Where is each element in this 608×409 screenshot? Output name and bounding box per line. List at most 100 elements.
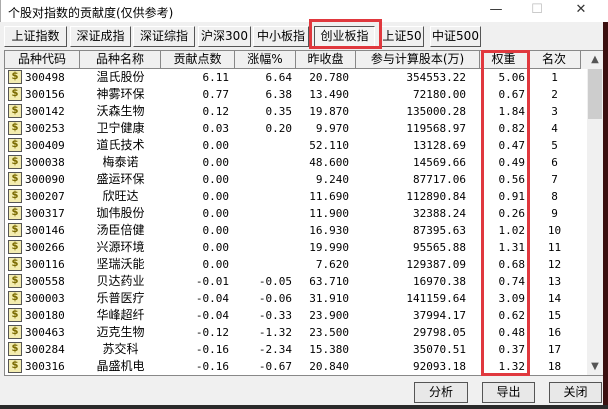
weight: 0.37 — [498, 343, 526, 356]
stock-code: 300090 — [25, 173, 65, 186]
prev-close: 23.500 — [309, 326, 349, 339]
contribution-points: 0.00 — [202, 241, 230, 254]
contribution-points: 0.12 — [202, 105, 230, 118]
stock-dollar-icon: $ — [8, 87, 22, 101]
stock-name: 道氏技术 — [96, 138, 145, 152]
table-row[interactable]: $300090 盛运环保 0.00 9.240 87717.06 0.56 7 — [5, 171, 587, 188]
table-row[interactable]: $300463 迈克生物 -0.12 -1.32 23.500 29798.05 0.48 1… — [5, 324, 587, 341]
stock-dollar-icon: $ — [8, 291, 22, 305]
stock-name: 坚瑞沃能 — [96, 257, 145, 271]
stock-dollar-icon: $ — [8, 70, 22, 84]
analyze-button[interactable]: 分析 — [414, 382, 468, 403]
tab-index-1[interactable]: 深证成指 — [70, 26, 131, 47]
stock-name: 汤臣倍健 — [96, 223, 145, 237]
stock-dollar-icon: $ — [8, 274, 22, 288]
share-capital: 16970.38 — [413, 275, 466, 288]
contribution-points: -0.16 — [195, 343, 229, 356]
prev-close: 52.110 — [309, 139, 349, 152]
table-row[interactable]: $300317 珈伟股份 0.00 11.900 32388.24 0.26 9 — [5, 205, 587, 222]
rank: 18 — [547, 360, 562, 373]
change-pct: 0.35 — [265, 105, 293, 118]
contribution-points: 0.77 — [202, 88, 230, 101]
stock-dollar-icon: $ — [8, 342, 22, 356]
contribution-points: -0.16 — [195, 360, 229, 373]
table-row[interactable]: $300409 道氏技术 0.00 52.110 13128.69 0.47 5 — [5, 137, 587, 154]
stock-dollar-icon: $ — [8, 240, 22, 254]
stock-name: 苏交科 — [102, 342, 139, 356]
scroll-up-icon[interactable]: ▲ — [587, 51, 603, 68]
rank: 10 — [547, 224, 562, 237]
change-pct — [235, 205, 292, 222]
table-row[interactable]: $300558 贝达药业 -0.01 -0.05 63.710 16970.38 0.74 1… — [5, 273, 587, 290]
table-row[interactable]: $300284 苏交科 -0.16 -2.34 15.380 35070.51 0.37 17 — [5, 341, 587, 358]
change-pct — [235, 222, 292, 239]
stock-dollar-icon: $ — [8, 138, 22, 152]
share-capital: 129387.09 — [406, 258, 466, 271]
stock-code: 300316 — [25, 360, 65, 373]
table-row[interactable]: $300146 汤臣倍健 0.00 16.930 87395.63 1.02 10 — [5, 222, 587, 239]
contribution-points: 0.00 — [202, 258, 230, 271]
change-pct — [235, 171, 292, 188]
tab-index-0[interactable]: 上证指数 — [4, 26, 67, 47]
tab-index-4[interactable]: 中小板指 — [253, 26, 309, 47]
column-header-2[interactable]: 贡献点数 — [161, 51, 235, 69]
column-header-6[interactable]: 权重 — [480, 51, 528, 69]
share-capital: 354553.22 — [406, 71, 466, 84]
change-pct: -2.34 — [258, 343, 292, 356]
table-row[interactable]: $300003 乐普医疗 -0.04 -0.06 31.910 141159.64 3.09… — [5, 290, 587, 307]
weight: 1.02 — [498, 224, 526, 237]
prev-close: 11.900 — [309, 207, 349, 220]
rank: 13 — [547, 275, 562, 288]
share-capital: 29798.05 — [413, 326, 466, 339]
contribution-points: 0.00 — [202, 224, 230, 237]
table-row[interactable]: $300316 晶盛机电 -0.16 -0.67 20.840 92093.18 1.32 1… — [5, 358, 587, 375]
table-row[interactable]: $300498 温氏股份 6.11 6.64 20.780 354553.22 5.06 1 — [5, 69, 587, 86]
contribution-points: -0.01 — [195, 275, 229, 288]
scroll-thumb[interactable] — [588, 69, 602, 119]
stock-dollar-icon: $ — [8, 104, 22, 118]
table-row[interactable]: $300156 神雾环保 0.77 6.38 13.490 72180.00 0.67 2 — [5, 86, 587, 103]
stock-code: 300142 — [25, 105, 65, 118]
table-row[interactable]: $300180 华峰超纤 -0.04 -0.33 23.900 37994.17 0.62 1… — [5, 307, 587, 324]
export-button[interactable]: 导出 — [482, 382, 535, 403]
vertical-scrollbar[interactable]: ▲ ▼ — [587, 51, 603, 375]
stock-code: 300266 — [25, 241, 65, 254]
tab-index-3[interactable]: 沪深300 — [198, 26, 251, 47]
column-header-1[interactable]: 品种名称 — [80, 51, 161, 69]
tab-index-2[interactable]: 深证综指 — [133, 26, 195, 47]
stock-name: 兴源环境 — [96, 240, 145, 254]
maximize-button[interactable]: ☐ — [522, 2, 552, 20]
share-capital: 14569.66 — [413, 156, 466, 169]
tab-index-7[interactable]: 中证500 — [430, 26, 481, 47]
table-row[interactable]: $300207 欣旺达 0.00 11.690 112890.84 0.91 8 — [5, 188, 587, 205]
minimize-button[interactable]: — — [481, 2, 511, 20]
tab-index-6[interactable]: 上证50 — [380, 26, 424, 47]
table-row[interactable]: $300142 沃森生物 0.12 0.35 19.870 135000.28 1.84 3 — [5, 103, 587, 120]
column-header-3[interactable]: 涨幅% — [235, 51, 296, 69]
close-window-button[interactable]: ✕ — [566, 2, 596, 20]
scroll-down-icon[interactable]: ▼ — [587, 358, 603, 375]
stock-code: 300463 — [25, 326, 65, 339]
table-row[interactable]: $300116 坚瑞沃能 0.00 7.620 129387.09 0.68 12 — [5, 256, 587, 273]
table-row[interactable]: $300253 卫宁健康 0.03 0.20 9.970 119568.97 0.82 4 — [5, 120, 587, 137]
prev-close: 9.970 — [315, 122, 349, 135]
column-header-4[interactable]: 昨收盘 — [296, 51, 356, 69]
rank: 8 — [551, 190, 558, 203]
title-bar: 个股对指数的贡献度(仅供参考) — ☐ ✕ — [0, 0, 608, 22]
stock-code: 300180 — [25, 309, 65, 322]
change-pct — [235, 239, 292, 256]
change-pct — [235, 137, 292, 154]
rank: 5 — [551, 139, 558, 152]
close-button[interactable]: 关闭 — [549, 382, 602, 403]
weight: 0.56 — [498, 173, 526, 186]
table-row[interactable]: $300266 兴源环境 0.00 19.990 95565.88 1.31 11 — [5, 239, 587, 256]
stock-dollar-icon: $ — [8, 206, 22, 220]
table-row[interactable]: $300038 梅泰诺 0.00 48.600 14569.66 0.49 6 — [5, 154, 587, 171]
window-edge-bottom — [0, 405, 608, 409]
column-header-0[interactable]: 品种代码 — [5, 51, 80, 69]
tab-index-5[interactable]: 创业板指 — [314, 26, 375, 47]
column-header-7[interactable]: 名次 — [528, 51, 581, 69]
weight: 1.32 — [498, 360, 526, 373]
contribution-points: -0.04 — [195, 292, 229, 305]
column-header-5[interactable]: 参与计算股本(万) — [356, 51, 480, 69]
